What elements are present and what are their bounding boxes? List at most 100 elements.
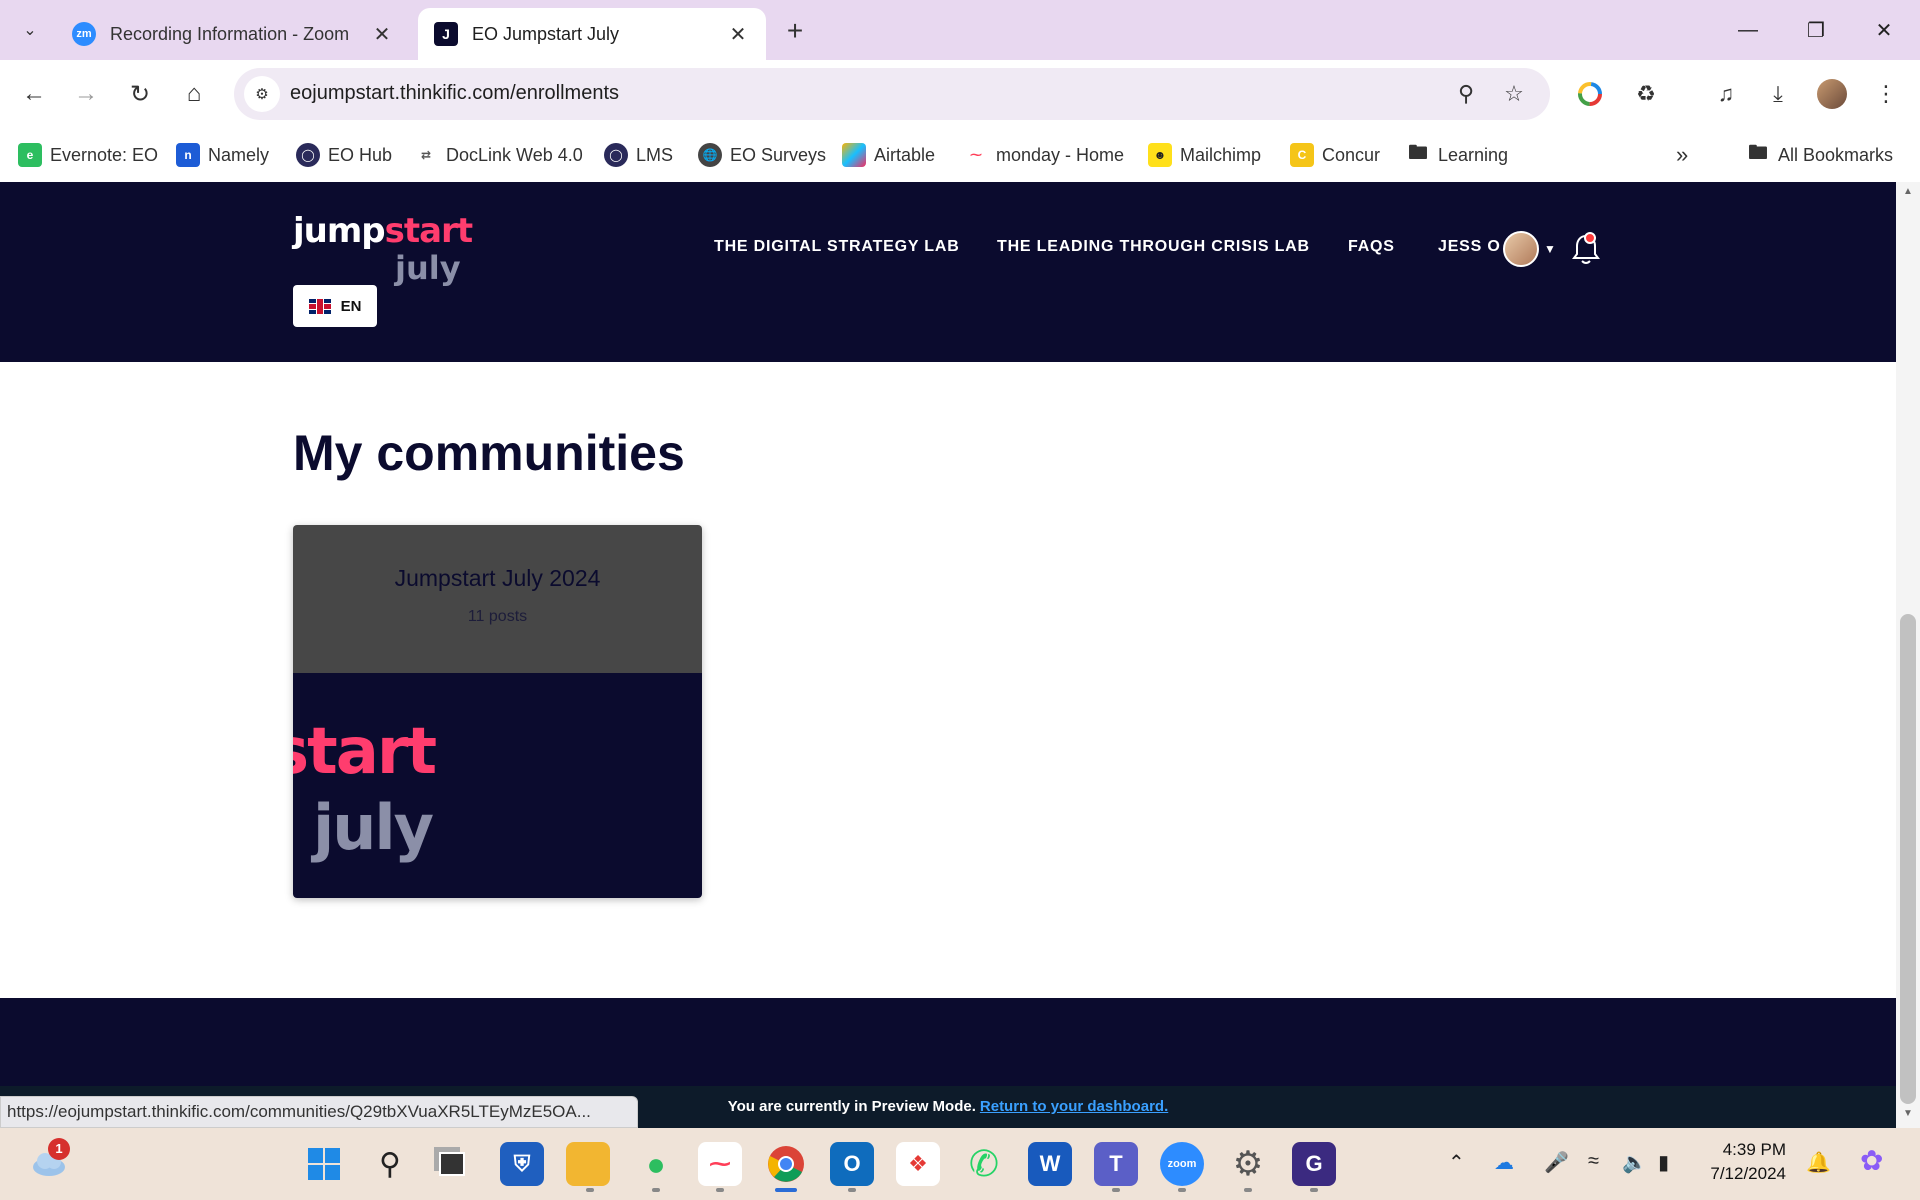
airtable-icon bbox=[842, 143, 866, 167]
new-tab-button[interactable]: + bbox=[778, 14, 812, 48]
zoom-magnifier-icon[interactable]: ⚲ bbox=[1452, 80, 1480, 108]
bookmark-star-icon[interactable]: ☆ bbox=[1500, 80, 1528, 108]
tab-zoom[interactable]: zm Recording Information - Zoom ✕ bbox=[56, 8, 410, 60]
jumpstart-logo[interactable]: jumpstart july bbox=[293, 212, 473, 286]
running-indicator bbox=[652, 1188, 660, 1192]
nav-leading-through-crisis-lab[interactable]: THE LEADING THROUGH CRISIS LAB bbox=[997, 238, 1310, 256]
scrollbar-thumb[interactable] bbox=[1900, 614, 1916, 1104]
bookmark-mailchimp[interactable]: ☻ Mailchimp bbox=[1148, 140, 1261, 170]
windows-start-icon[interactable] bbox=[302, 1142, 346, 1186]
extensions-puzzle-icon[interactable]: ♻ bbox=[1626, 74, 1666, 114]
site-info-icon[interactable]: ⚙ bbox=[244, 76, 280, 112]
eo-hub-icon: ◯ bbox=[296, 143, 320, 167]
forward-button[interactable]: → bbox=[66, 74, 106, 114]
bookmark-learning-folder[interactable]: 🖿 Learning bbox=[1406, 140, 1508, 170]
settings-gear-icon[interactable]: ⚙ bbox=[1226, 1142, 1270, 1186]
return-to-dashboard-link[interactable]: Return to your dashboard. bbox=[980, 1098, 1168, 1115]
app-g-icon[interactable]: G bbox=[1292, 1142, 1336, 1186]
copilot-icon[interactable]: ✿ bbox=[1860, 1144, 1883, 1177]
restore-button[interactable]: ❐ bbox=[1786, 8, 1846, 52]
wifi-icon[interactable]: ≈ bbox=[1588, 1150, 1599, 1173]
bookmark-namely[interactable]: n Namely bbox=[176, 140, 269, 170]
search-icon[interactable]: ⚲ bbox=[368, 1142, 412, 1186]
bookmark-evernote[interactable]: e Evernote: EO bbox=[18, 140, 158, 170]
active-indicator bbox=[775, 1188, 797, 1192]
zoom-icon[interactable]: zoom bbox=[1160, 1142, 1204, 1186]
profile-avatar-icon[interactable] bbox=[1812, 74, 1852, 114]
jumpstart-favicon-icon: J bbox=[434, 22, 458, 46]
bookmark-eo-hub[interactable]: ◯ EO Hub bbox=[296, 140, 392, 170]
language-selector-button[interactable]: EN bbox=[293, 285, 377, 327]
windows-taskbar: 1 ⚲ ⛨ ● ⁓ O ❖ ✆ W T zoom ⚙ G ⌃ ☁ 🎤 ≈ 🔈 ▮… bbox=[0, 1128, 1920, 1200]
system-clock[interactable]: 4:39 PM 7/12/2024 bbox=[1696, 1138, 1786, 1186]
home-button[interactable]: ⌂ bbox=[174, 74, 214, 114]
globe-icon: 🌐 bbox=[698, 143, 722, 167]
scroll-up-arrow-icon[interactable]: ▲ bbox=[1900, 186, 1916, 202]
menu-kebab-icon[interactable]: ⋮ bbox=[1866, 74, 1906, 114]
bookmark-eo-surveys[interactable]: 🌐 EO Surveys bbox=[698, 140, 826, 170]
avatar[interactable] bbox=[1503, 231, 1539, 267]
back-button[interactable]: ← bbox=[14, 74, 54, 114]
close-window-button[interactable]: ✕ bbox=[1854, 8, 1914, 52]
community-post-count: 11 posts bbox=[467, 608, 528, 625]
running-indicator bbox=[1310, 1188, 1318, 1192]
chrome-icon[interactable] bbox=[764, 1142, 808, 1186]
onedrive-cloud-icon[interactable]: ☁ bbox=[1494, 1150, 1514, 1175]
teams-icon[interactable]: T bbox=[1094, 1142, 1138, 1186]
volume-icon[interactable]: 🔈 bbox=[1622, 1150, 1647, 1175]
evernote-icon[interactable]: ● bbox=[634, 1142, 678, 1186]
notification-bell-icon[interactable]: 🔔 bbox=[1806, 1150, 1831, 1175]
browser-toolbar: ← → ↻ ⌂ ⚙ eojumpstart.thinkific.com/enro… bbox=[0, 60, 1920, 128]
nav-faqs[interactable]: FAQS bbox=[1348, 238, 1395, 256]
tab-bar: ⌄ zm Recording Information - Zoom ✕ J EO… bbox=[0, 0, 1920, 60]
extension-color-icon[interactable] bbox=[1570, 74, 1610, 114]
security-shield-icon[interactable]: ⛨ bbox=[500, 1142, 544, 1186]
community-title[interactable]: Jumpstart July 2024 bbox=[293, 525, 702, 592]
address-bar[interactable]: ⚙ eojumpstart.thinkific.com/enrollments … bbox=[234, 68, 1550, 120]
caret-down-icon[interactable]: ▼ bbox=[1544, 242, 1556, 256]
bookmark-lms[interactable]: ◯ LMS bbox=[604, 140, 673, 170]
community-cover-image[interactable]: start july bbox=[293, 673, 702, 898]
url-text[interactable]: eojumpstart.thinkific.com/enrollments bbox=[290, 82, 619, 105]
mailchimp-icon: ☻ bbox=[1148, 143, 1172, 167]
monday-app-icon[interactable]: ⁓ bbox=[698, 1142, 742, 1186]
all-bookmarks[interactable]: 🖿 All Bookmarks bbox=[1746, 140, 1893, 170]
nav-digital-strategy-lab[interactable]: THE DIGITAL STRATEGY LAB bbox=[714, 238, 960, 256]
folder-icon: 🖿 bbox=[1748, 142, 1768, 164]
minimize-button[interactable]: — bbox=[1718, 8, 1778, 52]
zoom-favicon-icon: zm bbox=[72, 22, 96, 46]
outlook-icon[interactable]: O bbox=[830, 1142, 874, 1186]
reload-button[interactable]: ↻ bbox=[120, 74, 160, 114]
main-content: My communities Jumpstart July 2024 11 po… bbox=[0, 362, 1896, 998]
bookmarks-bar: e Evernote: EO n Namely ◯ EO Hub ⇄ DocLink W… bbox=[0, 128, 1920, 182]
tab-search-button[interactable]: ⌄ bbox=[10, 12, 50, 48]
scroll-down-arrow-icon[interactable]: ▼ bbox=[1900, 1108, 1916, 1124]
evernote-icon: e bbox=[18, 143, 42, 167]
site-header: jumpstart july EN THE DIGITAL STRATEGY L… bbox=[0, 182, 1896, 362]
whatsapp-icon[interactable]: ✆ bbox=[962, 1142, 1006, 1186]
close-icon[interactable]: ✕ bbox=[370, 22, 394, 47]
bookmark-airtable[interactable]: Airtable bbox=[842, 140, 935, 170]
close-icon[interactable]: ✕ bbox=[726, 22, 750, 47]
running-indicator bbox=[1112, 1188, 1120, 1192]
battery-icon[interactable]: ▮ bbox=[1658, 1150, 1669, 1175]
community-card[interactable]: Jumpstart July 2024 11 posts start july bbox=[293, 525, 702, 898]
lms-icon: ◯ bbox=[604, 143, 628, 167]
media-controls-icon[interactable]: ♫ bbox=[1706, 74, 1746, 114]
bookmark-doclink[interactable]: ⇄ DocLink Web 4.0 bbox=[414, 140, 583, 170]
page-title: My communities bbox=[293, 425, 685, 481]
weather-notification-badge: 1 bbox=[48, 1138, 70, 1160]
download-icon[interactable]: ⤓ bbox=[1758, 74, 1798, 114]
microphone-icon[interactable]: 🎤 bbox=[1544, 1150, 1569, 1175]
tab-title: Recording Information - Zoom bbox=[110, 23, 350, 44]
bookmark-monday[interactable]: ⁓ monday - Home bbox=[964, 140, 1124, 170]
tray-overflow-chevron-icon[interactable]: ⌃ bbox=[1448, 1150, 1465, 1175]
tab-eo-jumpstart[interactable]: J EO Jumpstart July ✕ bbox=[418, 8, 766, 60]
bookmark-concur[interactable]: C Concur bbox=[1290, 140, 1380, 170]
task-view-icon[interactable] bbox=[430, 1142, 474, 1186]
file-explorer-icon[interactable] bbox=[566, 1142, 610, 1186]
bookmarks-overflow-chevron-icon[interactable]: » bbox=[1676, 140, 1688, 170]
app-grid-icon[interactable]: ❖ bbox=[896, 1142, 940, 1186]
user-menu-name[interactable]: JESS O bbox=[1438, 238, 1501, 256]
word-icon[interactable]: W bbox=[1028, 1142, 1072, 1186]
